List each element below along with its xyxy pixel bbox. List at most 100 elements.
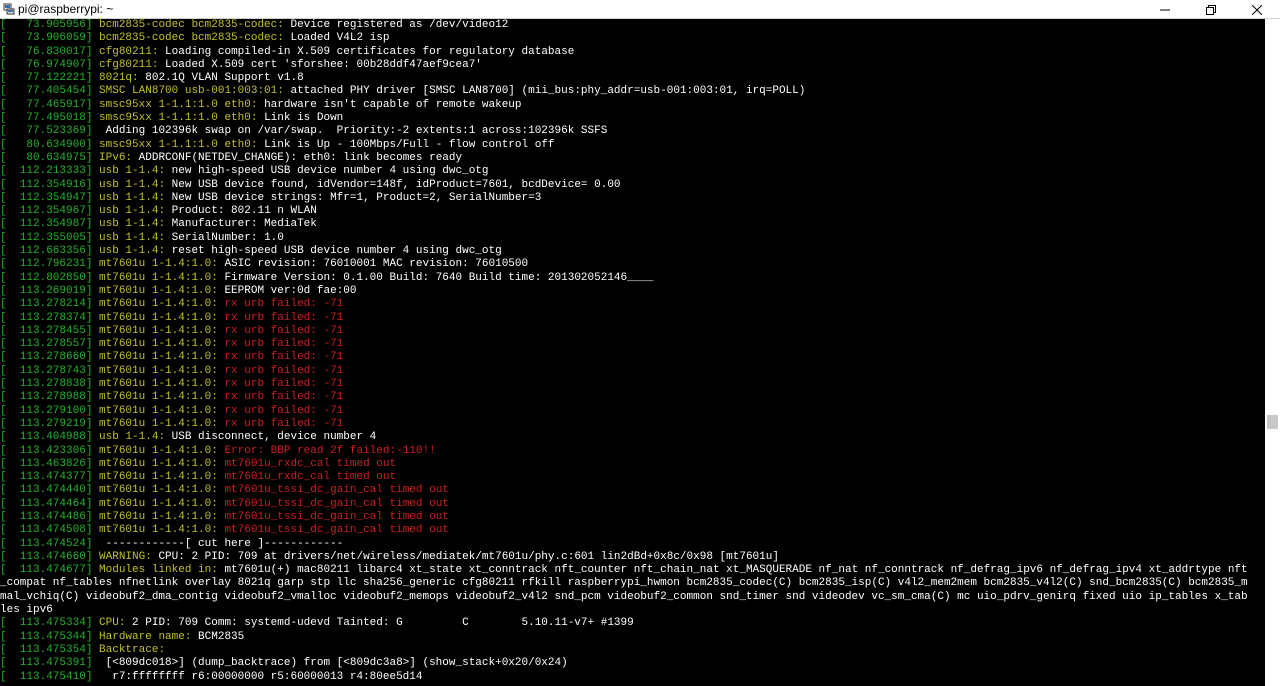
- minimize-button[interactable]: [1142, 0, 1188, 19]
- line-subsystem: usb 1-1.4:: [99, 245, 166, 258]
- vertical-scrollbar[interactable]: [1265, 19, 1280, 686]
- terminal-line: [ 113.278557] mt7601u 1-1.4:1.0: rx urb …: [0, 338, 1265, 351]
- line-message: attached PHY driver [SMSC LAN8700] (mii_…: [283, 85, 806, 98]
- terminal-line: [ 113.278988] mt7601u 1-1.4:1.0: rx urb …: [0, 391, 1265, 404]
- line-timestamp: [ 113.278455]: [0, 324, 93, 337]
- line-error-message: rx urb failed: -71: [217, 391, 344, 404]
- line-timestamp: [ 113.279219]: [0, 417, 93, 430]
- line-message: ------------[ cut here ]------------: [99, 537, 344, 550]
- terminal-line: [ 77.523369] Adding 102396k swap on /var…: [0, 125, 1265, 138]
- line-timestamp: [ 113.278743]: [0, 364, 93, 377]
- line-message: new high-speed USB device number 4 using…: [165, 165, 489, 178]
- line-timestamp: [ 113.423306]: [0, 444, 93, 457]
- line-subsystem: usb 1-1.4:: [99, 165, 166, 178]
- terminal-line: [ 112.354947] usb 1-1.4: New USB device …: [0, 192, 1265, 205]
- terminal-line: [ 112.354916] usb 1-1.4: New USB device …: [0, 179, 1265, 192]
- terminal-line: [ 73.905956] bcm2835-codec bcm2835-codec…: [0, 19, 1265, 32]
- terminal-line: [ 113.475344] Hardware name: BCM2835: [0, 631, 1265, 644]
- line-message: Firmware Version: 0.1.00 Build: 7640 Bui…: [217, 271, 654, 284]
- line-message: 802.1Q VLAN Support v1.8: [138, 72, 304, 85]
- line-message: ADDRCONF(NETDEV_CHANGE): eth0: link beco…: [132, 151, 463, 164]
- line-error-message: rx urb failed: -71: [217, 298, 344, 311]
- line-timestamp: [ 113.475410]: [0, 670, 93, 683]
- line-message: BCM2835: [191, 630, 245, 643]
- line-timestamp: [ 113.474486]: [0, 510, 93, 523]
- line-timestamp: [ 113.278838]: [0, 378, 93, 391]
- line-message: EEPROM ver:0d fae:00: [217, 284, 357, 297]
- terminal-line: [ 113.279100] mt7601u 1-1.4:1.0: rx urb …: [0, 405, 1265, 418]
- line-message: r7:ffffffff r6:00000000 r5:60000013 r4:8…: [99, 670, 423, 683]
- line-timestamp: [ 113.269019]: [0, 284, 93, 297]
- terminal-output[interactable]: [ 73.905956] bcm2835-codec bcm2835-codec…: [0, 19, 1265, 686]
- line-message: Device registered as /dev/video12: [283, 19, 509, 31]
- line-subsystem: smsc95xx 1-1.1:1.0 eth0:: [99, 112, 258, 125]
- line-timestamp: [ 113.278660]: [0, 351, 93, 364]
- line-message: reset high-speed USB device number 4 usi…: [165, 245, 502, 258]
- line-timestamp: [ 112.354916]: [0, 178, 93, 191]
- line-subsystem: usb 1-1.4:: [99, 431, 166, 444]
- line-message: Adding 102396k swap on /var/swap. Priori…: [99, 125, 608, 138]
- terminal-line: [ 112.354987] usb 1-1.4: Manufacturer: M…: [0, 218, 1265, 231]
- line-subsystem: mt7601u 1-1.4:1.0:: [99, 338, 218, 351]
- line-subsystem: mt7601u 1-1.4:1.0:: [99, 364, 218, 377]
- line-subsystem: mt7601u 1-1.4:1.0:: [99, 324, 218, 337]
- line-subsystem: mt7601u 1-1.4:1.0:: [99, 484, 218, 497]
- line-timestamp: [ 112.213333]: [0, 165, 93, 178]
- terminal-line: [ 113.278455] mt7601u 1-1.4:1.0: rx urb …: [0, 325, 1265, 338]
- terminal-line: mal_vchiq(C) videobuf2_dma_contig videob…: [0, 591, 1265, 604]
- terminal-line: [ 112.663356] usb 1-1.4: reset high-spee…: [0, 245, 1265, 258]
- line-timestamp: [ 113.474660]: [0, 550, 93, 563]
- line-timestamp: [ 80.634975]: [0, 151, 93, 164]
- line-error-message: mt7601u_tssi_dc_gain_cal timed out: [217, 510, 449, 523]
- line-message: Link is Up - 100Mbps/Full - flow control…: [257, 138, 555, 151]
- line-subsystem: mt7601u 1-1.4:1.0:: [99, 471, 218, 484]
- terminal-line: [ 113.475354] Backtrace:: [0, 644, 1265, 657]
- line-timestamp: [ 113.279100]: [0, 404, 93, 417]
- line-error-message: mt7601u_tssi_dc_gain_cal timed out: [217, 484, 449, 497]
- terminal-line: [ 113.278660] mt7601u 1-1.4:1.0: rx urb …: [0, 351, 1265, 364]
- line-subsystem: mt7601u 1-1.4:1.0:: [99, 444, 218, 457]
- line-subsystem: mt7601u 1-1.4:1.0:: [99, 391, 218, 404]
- line-timestamp: [ 113.474524]: [0, 537, 93, 550]
- line-message: Loading compiled-in X.509 certificates f…: [158, 45, 575, 58]
- terminal-line: [ 112.796231] mt7601u 1-1.4:1.0: ASIC re…: [0, 258, 1265, 271]
- close-button[interactable]: [1234, 0, 1280, 19]
- line-subsystem: mt7601u 1-1.4:1.0:: [99, 271, 218, 284]
- maximize-button[interactable]: [1188, 0, 1234, 19]
- line-message: CPU: 2 PID: 709 at drivers/net/wireless/…: [151, 550, 779, 563]
- line-timestamp: [ 112.663356]: [0, 245, 93, 258]
- line-message: _compat nf_tables nfnetlink overlay 8021…: [0, 577, 1248, 590]
- scroll-thumb[interactable]: [1267, 415, 1278, 429]
- line-error-message: mt7601u_tssi_dc_gain_cal timed out: [217, 497, 449, 510]
- line-message: Link is Down: [257, 112, 344, 125]
- line-error-message: rx urb failed: -71: [217, 338, 344, 351]
- line-timestamp: [ 80.634900]: [0, 138, 93, 151]
- line-subsystem: usb 1-1.4:: [99, 231, 166, 244]
- terminal-line: [ 113.278743] mt7601u 1-1.4:1.0: rx urb …: [0, 365, 1265, 378]
- line-timestamp: [ 76.974907]: [0, 58, 93, 71]
- terminal-line: [ 113.269019] mt7601u 1-1.4:1.0: EEPROM …: [0, 285, 1265, 298]
- line-timestamp: [ 73.906059]: [0, 32, 93, 45]
- line-subsystem: cfg80211:: [99, 58, 159, 71]
- line-error-message: mt7601u_rxdc_cal timed out: [217, 457, 397, 470]
- terminal-line: [ 113.474440] mt7601u 1-1.4:1.0: mt7601u…: [0, 484, 1265, 497]
- line-message: New USB device strings: Mfr=1, Product=2…: [165, 191, 542, 204]
- terminal-line: [ 113.474508] mt7601u 1-1.4:1.0: mt7601u…: [0, 524, 1265, 537]
- line-message: New USB device found, idVendor=148f, idP…: [165, 178, 621, 191]
- terminal-line: [ 112.354967] usb 1-1.4: Product: 802.11…: [0, 205, 1265, 218]
- line-message: [<809dc018>] (dump_backtrace) from [<809…: [99, 657, 568, 670]
- terminal-line: [ 113.278214] mt7601u 1-1.4:1.0: rx urb …: [0, 298, 1265, 311]
- line-timestamp: [ 113.463826]: [0, 457, 93, 470]
- line-error-message: rx urb failed: -71: [217, 311, 344, 324]
- terminal-line: [ 112.355005] usb 1-1.4: SerialNumber: 1…: [0, 232, 1265, 245]
- terminal-line: [ 113.474464] mt7601u 1-1.4:1.0: mt7601u…: [0, 498, 1265, 511]
- line-subsystem: smsc95xx 1-1.1:1.0 eth0:: [99, 98, 258, 111]
- line-subsystem: cfg80211:: [99, 45, 159, 58]
- terminal-line: [ 80.634900] smsc95xx 1-1.1:1.0 eth0: Li…: [0, 139, 1265, 152]
- line-subsystem: mt7601u 1-1.4:1.0:: [99, 524, 218, 537]
- line-error-message: rx urb failed: -71: [217, 364, 344, 377]
- terminal-line: [ 113.475410] r7:ffffffff r6:00000000 r5…: [0, 671, 1265, 684]
- line-subsystem: usb 1-1.4:: [99, 178, 166, 191]
- line-timestamp: [ 113.278214]: [0, 298, 93, 311]
- line-message: SerialNumber: 1.0: [165, 231, 284, 244]
